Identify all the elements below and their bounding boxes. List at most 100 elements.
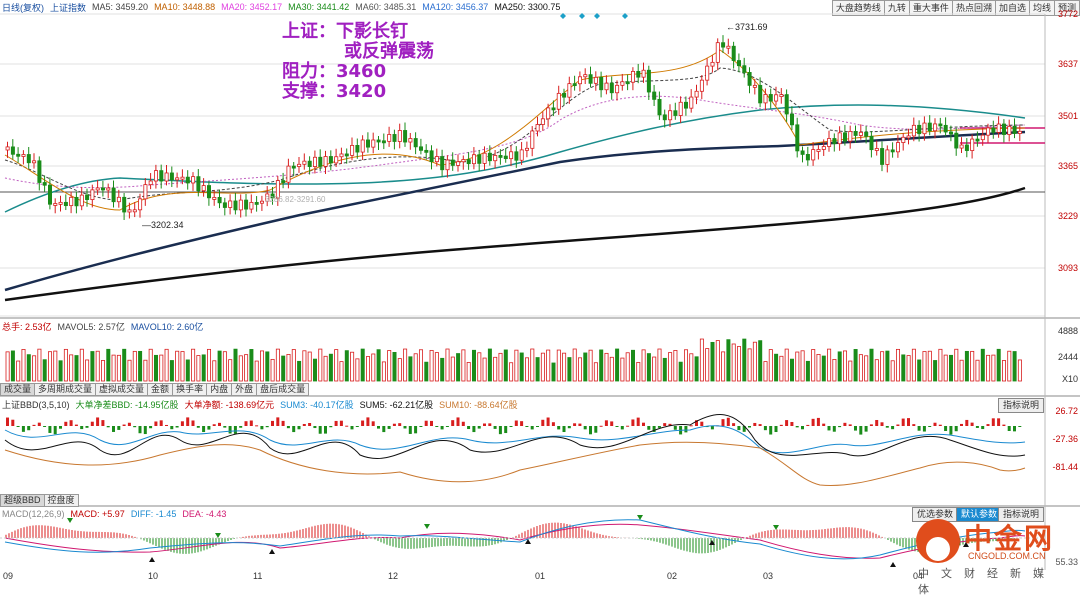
tab-super-bbd[interactable]: 超级BBD — [0, 494, 45, 507]
bbd-bar — [339, 420, 343, 426]
candle — [53, 198, 58, 214]
volume-total: 总手: 2.53亿 — [2, 321, 52, 332]
bbd-bar — [721, 419, 725, 426]
volume-bar — [530, 348, 535, 382]
candle — [175, 172, 180, 188]
bbd-bar — [424, 420, 428, 426]
bbd-bar — [504, 426, 508, 434]
volume-bar — [784, 348, 789, 382]
bbd-yaxis-3: -81.44 — [1052, 462, 1078, 472]
volume-bar — [996, 348, 1001, 382]
volume-bar — [758, 340, 763, 382]
bbd-bar — [329, 426, 333, 428]
volume-bar — [684, 349, 689, 382]
bbd-bar — [536, 426, 539, 427]
bbd-bar — [965, 419, 969, 426]
bbd-bar — [864, 426, 868, 432]
bbd-bar — [64, 421, 68, 426]
tab-turnover[interactable]: 换手率 — [172, 383, 208, 396]
bbd-value: 大单净差BBD: -14.95亿股 — [75, 399, 179, 410]
bbd-bar — [901, 418, 905, 426]
candle — [943, 117, 948, 137]
candle — [206, 181, 211, 206]
bbd-bar — [308, 422, 312, 426]
volume-bar — [429, 349, 434, 382]
volume-bar — [164, 348, 169, 382]
candle — [869, 131, 874, 158]
tab-amount[interactable]: 金额 — [147, 383, 174, 396]
tab-control-degree[interactable]: 控盘度 — [43, 494, 79, 507]
bbd-bar — [944, 426, 948, 431]
mavol10-value: MAVOL10: 2.60亿 — [130, 321, 204, 332]
volume-bar — [811, 349, 816, 382]
bbd-bar — [361, 420, 365, 426]
volume-bar — [127, 359, 132, 382]
bbd-bar — [578, 423, 582, 426]
volume-bar — [885, 350, 890, 382]
bbd-bar — [377, 426, 380, 429]
volume-bar — [297, 360, 302, 382]
volume-bar — [641, 349, 646, 382]
bbd-bar — [324, 426, 327, 434]
volume-bar — [307, 351, 312, 382]
candle — [710, 55, 715, 73]
candle — [1007, 119, 1012, 142]
tab-outer[interactable]: 外盘 — [231, 383, 258, 396]
tab-after-hours-volume[interactable]: 盘后成交量 — [256, 383, 310, 396]
bbd-bar — [223, 426, 227, 428]
candle — [153, 164, 158, 189]
candle — [790, 106, 795, 130]
volume-bar — [461, 349, 466, 382]
candle — [26, 146, 31, 169]
watermark-url: CNGOLD.COM.CN — [968, 551, 1046, 561]
candle — [63, 194, 68, 211]
volume-bar — [53, 350, 58, 382]
high-price-label: ←3731.69 — [726, 22, 768, 32]
candle — [726, 38, 731, 55]
bbd-bar — [599, 425, 603, 427]
volume-bar — [742, 338, 747, 382]
bbd-bar — [514, 420, 518, 426]
bbd-bar — [880, 422, 884, 426]
candle — [779, 88, 784, 104]
bbd-bar — [922, 426, 926, 432]
candle — [408, 132, 413, 150]
bbd-bar — [822, 423, 826, 426]
bbd-bar — [848, 424, 852, 426]
candle — [297, 157, 302, 173]
tab-multi-period-volume[interactable]: 多周期成交量 — [34, 383, 97, 396]
volume-bar — [843, 350, 848, 382]
volume-bar — [74, 355, 79, 382]
volume-bar — [509, 362, 514, 382]
bbd-bar — [419, 426, 423, 427]
volume-bar — [514, 349, 519, 382]
volume-bar — [864, 355, 869, 382]
bbd-bar — [435, 426, 439, 427]
xaxis-month-01: 01 — [535, 571, 546, 581]
tab-volume[interactable]: 成交量 — [0, 383, 36, 396]
bbd-bar — [933, 422, 937, 426]
bbd-bar — [594, 426, 598, 433]
volume-bar — [138, 350, 143, 382]
volume-bar — [673, 349, 678, 382]
bbd-indicator-help-button[interactable]: 指标说明 — [997, 398, 1044, 413]
bbd-bar — [244, 421, 248, 426]
xaxis-month-09: 09 — [3, 571, 14, 581]
bbd-bar — [986, 424, 990, 426]
tab-virtual-volume[interactable]: 虚拟成交量 — [95, 383, 149, 396]
bbd-bar — [949, 426, 953, 435]
candle — [238, 194, 243, 218]
volume-bar — [249, 349, 254, 382]
candle — [159, 164, 164, 189]
bbd-bar — [138, 426, 142, 434]
tab-inner[interactable]: 内盘 — [206, 383, 233, 396]
volume-bar — [175, 350, 180, 382]
volume-bar — [768, 349, 773, 382]
volume-yaxis-unit: X10 — [1061, 374, 1078, 384]
annotation-resistance: 阻力：3460 — [282, 61, 387, 82]
volume-bar — [26, 354, 31, 382]
volume-bar — [726, 339, 731, 382]
bbd-bar — [207, 426, 211, 430]
volume-bar — [906, 355, 911, 382]
bbd-bar — [832, 426, 836, 432]
